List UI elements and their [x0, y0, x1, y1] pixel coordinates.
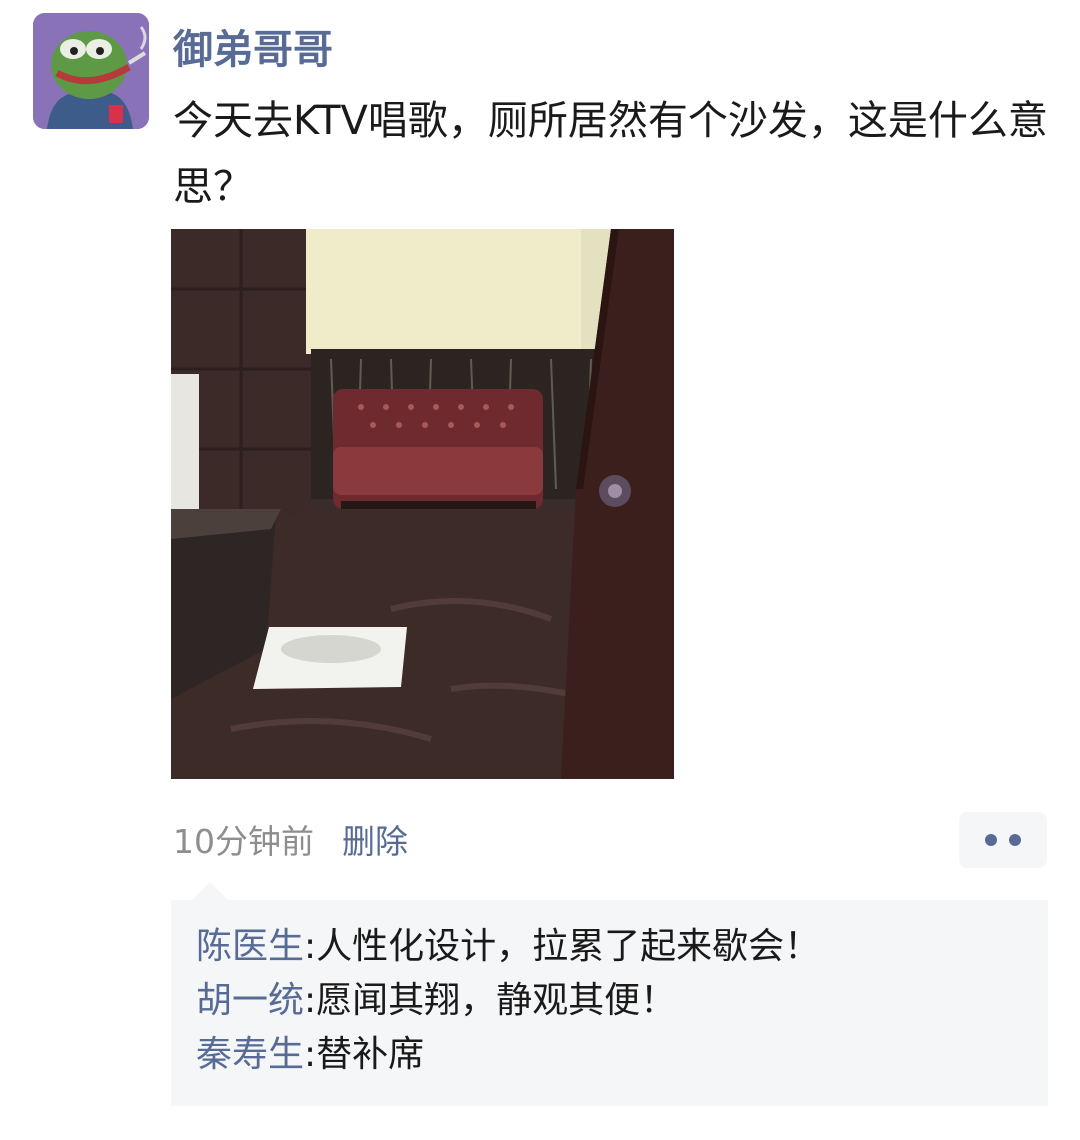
author-name[interactable]: 御弟哥哥 — [173, 22, 333, 78]
comment-text[interactable]: 愿闻其翔，静观其便！ — [316, 980, 676, 1021]
comment-item: 秦寿生:替补席 — [196, 1028, 1023, 1082]
comment-author[interactable]: 秦寿生 — [196, 1034, 304, 1075]
bathroom-sofa-photo — [171, 229, 674, 779]
post-text: 今天去KTV唱歌，厕所居然有个沙发，这是什么意思？ — [173, 98, 1048, 210]
delete-link[interactable]: 删除 — [342, 818, 408, 866]
post-timestamp: 10分钟前 — [173, 822, 314, 861]
comment-separator: : — [304, 1034, 317, 1075]
more-dot-icon — [985, 834, 997, 846]
comment-text[interactable]: 人性化设计，拉累了起来歇会！ — [316, 926, 820, 967]
avatar[interactable] — [33, 13, 149, 129]
more-dot-icon — [1009, 834, 1021, 846]
comments-pointer — [192, 882, 228, 900]
comments-section: 陈医生:人性化设计，拉累了起来歇会！ 胡一统:愿闻其翔，静观其便！ 秦寿生:替补… — [171, 900, 1048, 1106]
pepe-frog-avatar-icon — [33, 13, 149, 129]
comment-author[interactable]: 陈医生 — [196, 926, 304, 967]
comment-item: 陈医生:人性化设计，拉累了起来歇会！ — [196, 920, 1023, 974]
comment-item: 胡一统:愿闻其翔，静观其便！ — [196, 974, 1023, 1028]
comment-separator: : — [304, 926, 317, 967]
comment-author[interactable]: 胡一统 — [196, 980, 304, 1021]
more-actions-button[interactable] — [959, 812, 1047, 868]
comment-text[interactable]: 替补席 — [316, 1034, 424, 1075]
comment-separator: : — [304, 980, 317, 1021]
post-image[interactable] — [171, 229, 674, 779]
